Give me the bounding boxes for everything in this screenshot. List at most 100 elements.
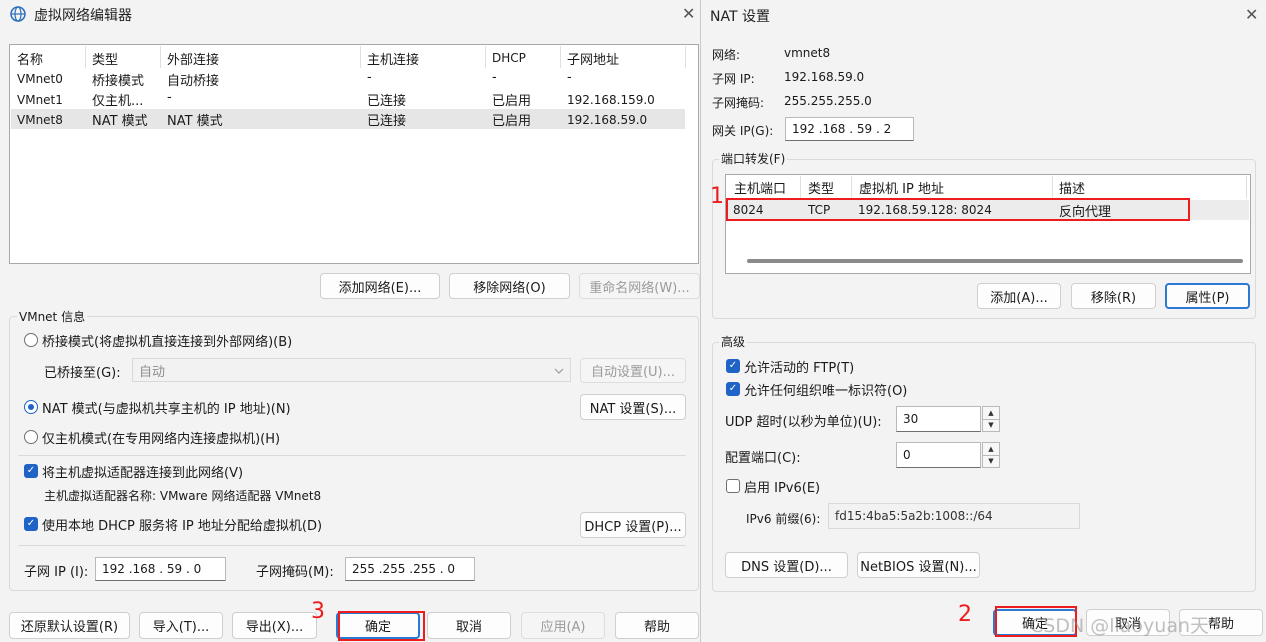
udp-timeout-field[interactable]: 30 [896, 406, 981, 432]
subnet-mask-field[interactable]: 255 .255 .255 . 0 [345, 557, 475, 581]
main-cancel-button[interactable]: 取消 [427, 612, 511, 639]
nat-settings-button[interactable]: NAT 设置(S)... [580, 394, 686, 420]
cell: 桥接模式 [92, 74, 145, 89]
pf-add-button[interactable]: 添加(A)... [977, 283, 1061, 309]
allow-uid-checkbox[interactable]: ✓ [726, 382, 740, 396]
col-header-name[interactable]: 名称 [17, 49, 43, 68]
allow-uid-label: 允许任何组织唯一标识符(O) [744, 384, 908, 399]
advanced-label: 高级 [719, 333, 748, 350]
bridge-mode-label: 桥接模式(将虚拟机直接连接到外部网络)(B) [42, 335, 293, 350]
bridge-mode-radio[interactable] [24, 333, 38, 347]
ipv6-prefix-field[interactable]: fd15:4ba5:5a2b:1008::/64 [828, 503, 1080, 529]
restore-defaults-button[interactable]: 还原默认设置(R) [9, 612, 130, 639]
subnet-mask-label: 子网掩码: [712, 96, 765, 110]
pf-remove-button[interactable]: 移除(R) [1071, 283, 1156, 309]
pf-col-host-port[interactable]: 主机端口 [734, 178, 786, 197]
pf-properties-button[interactable]: 属性(P) [1165, 283, 1250, 309]
cell: NAT 模式 [92, 114, 148, 129]
annotation-number-3: 3 [311, 599, 325, 624]
allow-ftp-checkbox[interactable]: ✓ [726, 359, 740, 373]
col-divider [360, 46, 361, 68]
host-only-label: 仅主机模式(在专用网络内连接虚拟机)(H) [42, 432, 281, 447]
main-help-button[interactable]: 帮助 [615, 612, 699, 639]
port-forwarding-label: 端口转发(F) [719, 150, 788, 167]
use-dhcp-label: 使用本地 DHCP 服务将 IP 地址分配给虚拟机(D) [42, 519, 323, 534]
subnet-ip-value: 192.168.59.0 [784, 70, 865, 84]
enable-ipv6-label: 启用 IPv6(E) [744, 481, 821, 496]
spin-down-icon[interactable]: ▼ [983, 456, 999, 468]
udp-timeout-spinner[interactable]: ▲ ▼ [982, 406, 1000, 432]
virtual-network-editor-window: 虚拟网络编辑器 ✕ 名称 类型 外部连接 主机连接 DHCP 子网地址 VMne… [0, 0, 702, 642]
cell: - [567, 70, 572, 85]
dns-settings-button[interactable]: DNS 设置(D)... [725, 552, 848, 578]
cell: VMnet1 [17, 93, 63, 107]
cell: - [492, 70, 497, 85]
cell: 192.168.59.0 [567, 113, 648, 127]
bridged-to-select[interactable]: 自动 [132, 358, 571, 382]
spin-up-icon[interactable]: ▲ [983, 407, 999, 420]
col-divider [1052, 176, 1053, 198]
col-divider [485, 46, 486, 68]
pf-col-vm-ip[interactable]: 虚拟机 IP 地址 [859, 178, 944, 197]
netbios-settings-button[interactable]: NetBIOS 设置(N)... [857, 552, 980, 578]
connect-adapter-label: 将主机虚拟适配器连接到此网络(V) [42, 466, 244, 481]
bridged-to-label: 已桥接至(G): [44, 366, 121, 381]
enable-ipv6-checkbox[interactable] [726, 479, 740, 493]
cell: 仅主机... [92, 94, 144, 109]
apply-button[interactable]: 应用(A) [521, 612, 605, 639]
add-network-button[interactable]: 添加网络(E)... [320, 273, 440, 299]
remove-network-button[interactable]: 移除网络(O) [449, 273, 570, 299]
cell: NAT 模式 [167, 114, 223, 129]
annotation-number-1: 1 [710, 184, 724, 209]
col-header-host[interactable]: 主机连接 [367, 49, 419, 68]
cell: 自动桥接 [167, 74, 220, 89]
cell: 已连接 [367, 94, 407, 109]
col-divider [1246, 176, 1247, 198]
connect-adapter-checkbox[interactable]: ✓ [24, 464, 38, 478]
col-header-type[interactable]: 类型 [92, 49, 118, 68]
config-port-spinner[interactable]: ▲ ▼ [982, 442, 1000, 468]
nat-close-icon[interactable]: ✕ [1245, 5, 1258, 24]
pf-col-description[interactable]: 描述 [1059, 178, 1085, 197]
horizontal-scrollbar[interactable] [747, 259, 1243, 263]
dhcp-settings-button[interactable]: DHCP 设置(P)... [580, 512, 686, 538]
nat-mode-radio[interactable] [24, 400, 38, 414]
divider [18, 545, 686, 546]
auto-settings-button[interactable]: 自动设置(U)... [580, 358, 686, 383]
import-button[interactable]: 导入(T)... [139, 612, 223, 639]
udp-timeout-label: UDP 超时(以秒为单位)(U): [725, 415, 882, 430]
bridged-to-value: 自动 [139, 364, 166, 380]
col-divider [685, 46, 686, 68]
col-header-external[interactable]: 外部连接 [167, 49, 219, 68]
gateway-ip-field[interactable]: 192 .168 . 59 . 2 [785, 117, 914, 141]
use-dhcp-checkbox[interactable]: ✓ [24, 517, 38, 531]
export-button[interactable]: 导出(X)... [232, 612, 317, 639]
nat-dialog-title: NAT 设置 [710, 9, 770, 25]
subnet-mask-label: 子网掩码(M): [256, 565, 334, 580]
config-port-field[interactable]: 0 [896, 442, 981, 468]
subnet-ip-label: 子网 IP (I): [24, 565, 89, 580]
network-label: 网络: [712, 48, 741, 62]
nat-mode-label: NAT 模式(与虚拟机共享主机的 IP 地址)(N) [42, 402, 291, 417]
col-divider [560, 46, 561, 68]
network-value: vmnet8 [784, 46, 831, 60]
spin-up-icon[interactable]: ▲ [983, 443, 999, 456]
col-divider [160, 46, 161, 68]
host-only-radio[interactable] [24, 430, 38, 444]
main-window-title: 虚拟网络编辑器 [34, 8, 132, 24]
spin-down-icon[interactable]: ▼ [983, 420, 999, 432]
pf-col-type[interactable]: 类型 [808, 178, 834, 197]
cell: 已连接 [367, 114, 407, 129]
subnet-ip-field[interactable]: 192 .168 . 59 . 0 [95, 557, 226, 581]
col-header-subnet[interactable]: 子网地址 [567, 49, 619, 68]
col-divider [851, 176, 852, 198]
ipv6-prefix-label: IPv6 前缀(6): [746, 512, 821, 526]
divider [18, 455, 686, 456]
col-header-dhcp[interactable]: DHCP [492, 51, 526, 65]
nat-settings-dialog: NAT 设置 ✕ 网络: vmnet8 子网 IP: 192.168.59.0 … [700, 0, 1266, 642]
cell: 已启用 [492, 114, 532, 129]
subnet-ip-label: 子网 IP: [712, 72, 755, 86]
main-close-icon[interactable]: ✕ [682, 4, 695, 23]
cell: VMnet0 [17, 72, 63, 86]
rename-network-button[interactable]: 重命名网络(W)... [579, 273, 700, 299]
